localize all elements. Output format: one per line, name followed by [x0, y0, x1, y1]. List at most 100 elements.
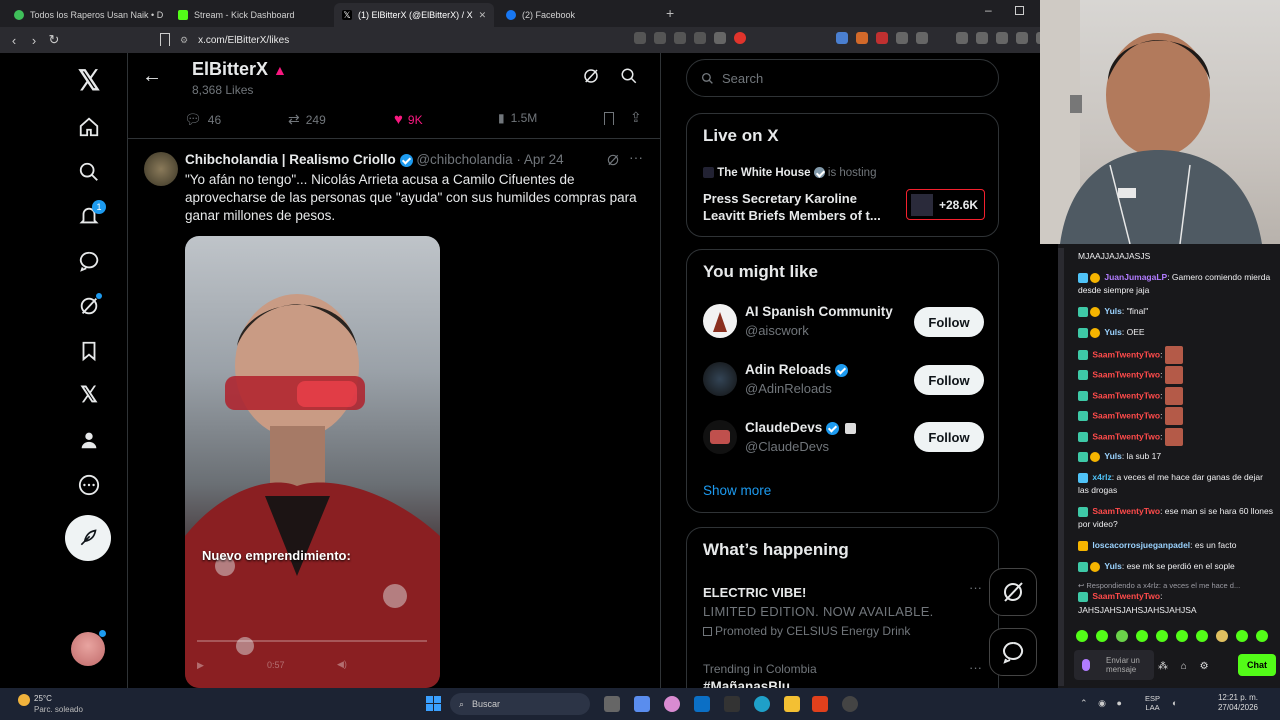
edge-icon[interactable]	[754, 696, 770, 712]
messages-icon[interactable]	[72, 244, 106, 278]
task-view-icon[interactable]	[604, 696, 620, 712]
chat-scrollbar[interactable]	[1058, 248, 1064, 686]
live-listeners[interactable]: +28.6K	[906, 189, 985, 220]
follow-button[interactable]: Follow	[914, 365, 984, 395]
store-icon[interactable]: ⌂	[1181, 661, 1187, 672]
network-icon[interactable]: ◉	[1098, 698, 1106, 708]
grok-header-icon[interactable]	[582, 67, 600, 90]
share-icon[interactable]	[694, 32, 706, 44]
play-icon[interactable]: ▶	[197, 660, 204, 671]
profile-icon[interactable]	[72, 423, 106, 457]
weather-temp[interactable]: 25°C	[34, 694, 52, 703]
close-tab-icon[interactable]: ✕	[473, 10, 487, 21]
minimize-button[interactable]: –	[985, 3, 992, 17]
bookmark-icon[interactable]	[604, 112, 614, 125]
extension-icon[interactable]	[916, 32, 928, 44]
leo-icon[interactable]	[1016, 32, 1028, 44]
trend-name[interactable]: #MañanasBlu	[703, 679, 790, 688]
site-settings-icon[interactable]: ⚙	[180, 35, 188, 46]
copilot-icon[interactable]	[664, 696, 680, 712]
chat-username[interactable]: Yuls	[1104, 561, 1121, 571]
mic-icon[interactable]: ●	[1116, 698, 1121, 708]
tab-youtube[interactable]: Todos los Raperos Usan Naik • D...	[6, 3, 164, 27]
notifications-icon[interactable]: 1	[72, 199, 106, 233]
home-icon[interactable]	[72, 110, 106, 144]
chat-username[interactable]: SaamTwentyTwo	[1092, 390, 1160, 400]
back-icon[interactable]: ‹	[4, 33, 24, 48]
bookmarks-icon[interactable]	[72, 334, 106, 368]
more-options-icon[interactable]: ···	[629, 149, 643, 165]
chat-username[interactable]: x4rlz	[1092, 472, 1111, 482]
gear-icon[interactable]: ⚙	[1200, 661, 1209, 672]
maximize-button[interactable]	[1015, 6, 1024, 15]
x-logo-icon[interactable]: 𝕏	[72, 63, 106, 97]
grok-float-button[interactable]	[989, 568, 1037, 616]
user-avatar[interactable]	[703, 304, 737, 338]
tweet-date[interactable]: · Apr 24	[516, 152, 563, 167]
chat-username[interactable]: SaamTwentyTwo	[1092, 349, 1160, 359]
wallet-icon[interactable]	[996, 32, 1008, 44]
terminal-icon[interactable]	[724, 696, 740, 712]
sidebar-icon[interactable]	[976, 32, 988, 44]
tab-x-profile[interactable]: 𝕏 (1) ElBitterX (@ElBitterX) / X ✕	[334, 3, 494, 27]
chat-input[interactable]: Enviar un mensaje	[1074, 650, 1154, 680]
video-progress-bar[interactable]	[197, 640, 427, 642]
language-indicator[interactable]: ESP LAA	[1145, 694, 1160, 712]
user-name-row[interactable]: ClaudeDevs	[745, 420, 856, 435]
clock[interactable]: 12:21 p. m. 27/04/2026	[1206, 693, 1258, 713]
extension-icon[interactable]	[856, 32, 868, 44]
new-tab-button[interactable]: +	[666, 5, 674, 21]
app-icon[interactable]	[842, 696, 858, 712]
users-icon[interactable]: ⁂	[1158, 661, 1168, 672]
zoom-icon[interactable]	[674, 32, 686, 44]
grok-icon[interactable]	[72, 289, 106, 323]
emote-icon[interactable]	[1196, 630, 1208, 642]
cast-icon[interactable]	[654, 32, 666, 44]
live-host-row[interactable]: The White House is hosting	[703, 167, 876, 179]
bookmark-icon[interactable]	[160, 33, 170, 46]
search-icon[interactable]	[620, 67, 638, 90]
author-handle[interactable]: @chibcholandia	[416, 152, 512, 167]
chat-username[interactable]: JuanJumagaLP	[1104, 272, 1167, 282]
user-avatar[interactable]	[703, 420, 737, 454]
brave-shield-icon[interactable]	[714, 32, 726, 44]
puzzle-icon[interactable]	[896, 32, 908, 44]
volume-icon[interactable]: ◐	[1172, 698, 1177, 708]
chat-username[interactable]: SaamTwentyTwo	[1092, 506, 1160, 516]
emote-icon[interactable]	[1076, 630, 1088, 642]
search-bar[interactable]: Search	[686, 59, 999, 97]
taskbar-search[interactable]: ⌕ Buscar	[450, 693, 590, 715]
follow-button[interactable]: Follow	[914, 422, 984, 452]
chat-send-button[interactable]: Chat	[1238, 654, 1276, 676]
widgets-icon[interactable]	[634, 696, 650, 712]
chevron-up-icon[interactable]: ⌃	[1080, 698, 1088, 708]
post-button[interactable]	[65, 515, 111, 561]
reload-icon[interactable]: ↻	[44, 32, 64, 48]
author-name[interactable]: Chibcholandia | Realismo Criollo	[185, 152, 396, 167]
start-button[interactable]	[426, 696, 441, 711]
chat-username[interactable]: SaamTwentyTwo	[1092, 591, 1160, 601]
rewards-icon[interactable]	[734, 32, 746, 44]
chat-username[interactable]: SaamTwentyTwo	[1092, 410, 1160, 420]
messages-float-button[interactable]	[989, 628, 1037, 676]
emote-icon[interactable]	[1216, 630, 1228, 642]
author-avatar[interactable]	[144, 152, 178, 186]
emote-icon[interactable]	[1116, 630, 1128, 642]
repost-action[interactable]: ⇄ 249	[288, 111, 326, 128]
emote-icon[interactable]	[1096, 630, 1108, 642]
chat-username[interactable]: SaamTwentyTwo	[1092, 369, 1160, 379]
explore-icon[interactable]	[72, 155, 106, 189]
translate-icon[interactable]	[634, 32, 646, 44]
views-action[interactable]: ▮ 1.5M	[498, 111, 537, 125]
emote-icon[interactable]	[1176, 630, 1188, 642]
user-avatar[interactable]	[703, 362, 737, 396]
emote-icon[interactable]	[1236, 630, 1248, 642]
more-icon[interactable]	[72, 468, 106, 502]
account-avatar[interactable]	[71, 632, 105, 666]
url-field[interactable]: ⚙ x.com/ElBitterX/likes	[180, 30, 620, 50]
like-action[interactable]: ♥ 9K	[394, 111, 423, 128]
emote-icon[interactable]	[1256, 630, 1268, 642]
mic-icon[interactable]	[1082, 659, 1090, 671]
live-title[interactable]: Press Secretary Karoline Leavitt Briefs …	[703, 190, 891, 224]
back-arrow-icon[interactable]: ←	[142, 65, 162, 88]
